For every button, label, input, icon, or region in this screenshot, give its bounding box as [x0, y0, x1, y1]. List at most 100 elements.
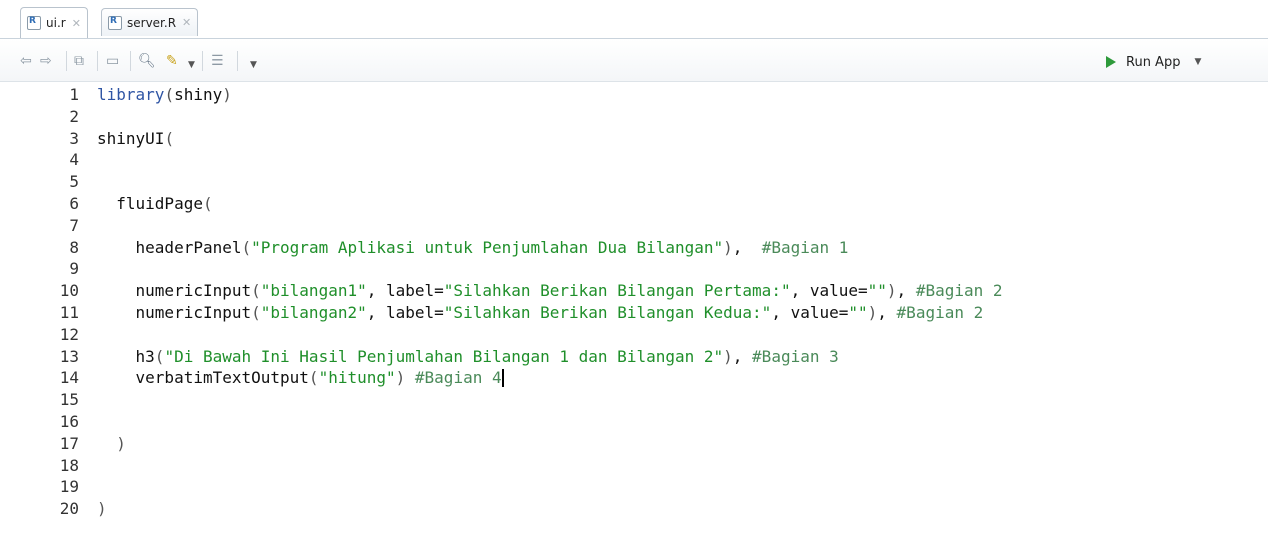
- line-number: 20: [59, 499, 79, 519]
- line-number: 17: [59, 433, 79, 453]
- code-line[interactable]: 7: [0, 215, 1268, 235]
- line-number: 6: [69, 194, 79, 213]
- code-line[interactable]: 20): [0, 500, 1268, 518]
- code-text: numericInput("bilangan1", label="Silahka…: [97, 282, 1003, 300]
- back-arrow-icon[interactable]: ⇦: [20, 51, 32, 71]
- code-line[interactable]: 5: [0, 173, 1268, 191]
- code-line[interactable]: 8 headerPanel("Program Aplikasi untuk Pe…: [0, 237, 1268, 257]
- tab-server-r[interactable]: server.R ✕: [101, 8, 199, 36]
- code-token: (: [164, 85, 175, 104]
- toolbar-divider: [202, 51, 203, 71]
- search-icon[interactable]: 🔍︎: [138, 51, 156, 71]
- show-in-window-icon[interactable]: ⧉: [74, 51, 84, 71]
- code-line[interactable]: 2: [0, 107, 1268, 126]
- code-token: (: [164, 128, 175, 148]
- code-line[interactable]: 6 fluidPage(: [0, 195, 1268, 213]
- code-token: h3: [97, 346, 155, 366]
- code-line[interactable]: 3 shinyUI(: [0, 128, 1268, 148]
- code-token: (: [251, 281, 261, 301]
- line-number: 15: [59, 390, 79, 410]
- toolbar-divider: [130, 51, 131, 71]
- code-token: #Bagian 1: [761, 237, 849, 257]
- code-token: , value=: [771, 303, 849, 322]
- code-token: (: [154, 346, 165, 366]
- code-line[interactable]: 1 library(shiny): [0, 86, 1268, 104]
- code-tools-wand-icon[interactable]: ✎: [166, 51, 178, 71]
- code-token: fluidPage: [97, 194, 203, 213]
- code-text: shinyUI(: [97, 128, 175, 148]
- code-token: #Bagian 2: [915, 281, 1003, 301]
- line-number: 14: [59, 368, 79, 388]
- code-line[interactable]: 13 h3("Di Bawah Ini Hasil Penjumlahan Bi…: [0, 346, 1268, 366]
- code-token: "hitung": [318, 368, 396, 388]
- tab-ui-r[interactable]: ui.r ✕: [20, 7, 88, 38]
- code-token: "Silahkan Berikan Bilangan Pertama:": [443, 281, 791, 301]
- code-line[interactable]: 4: [0, 151, 1268, 169]
- line-number: 8: [69, 237, 79, 257]
- code-token: headerPanel: [97, 237, 242, 257]
- code-line[interactable]: 11 numericInput("bilangan2", label="Sila…: [0, 304, 1268, 322]
- code-token: library: [97, 85, 165, 104]
- code-line[interactable]: 19: [0, 478, 1268, 496]
- code-token: #Bagian 4: [414, 368, 502, 388]
- code-token: ,: [896, 281, 916, 301]
- line-number: 12: [59, 324, 79, 344]
- code-token: "Di Bawah Ini Hasil Penjumlahan Bilangan…: [164, 346, 724, 366]
- r-file-icon: [108, 15, 122, 30]
- code-token: ): [723, 237, 733, 257]
- text-cursor: [501, 369, 504, 388]
- editor-toolbar: ⇦ ⇨ ⧉ ▭ 🔍︎ ✎ ▼ ☰ ▼ Run App ▼: [0, 39, 1268, 82]
- code-token: ): [97, 433, 126, 453]
- chevron-down-icon[interactable]: ▼: [188, 55, 195, 75]
- code-text: fluidPage(: [97, 194, 212, 213]
- code-line[interactable]: 17 ): [0, 433, 1268, 453]
- compile-report-icon[interactable]: ☰: [211, 51, 224, 71]
- code-editor[interactable]: 1 library(shiny) 2 3 shinyUI(4 5 6 fluidPage(7…: [0, 82, 1268, 546]
- code-token: ,: [877, 303, 897, 322]
- code-text: library(shiny): [97, 86, 232, 104]
- code-line[interactable]: 16: [0, 413, 1268, 431]
- code-line[interactable]: 18: [0, 456, 1268, 475]
- code-line[interactable]: 15: [0, 391, 1268, 409]
- close-icon[interactable]: ✕: [182, 16, 191, 29]
- chevron-down-icon[interactable]: ▼: [1194, 57, 1201, 67]
- run-app-label: Run App: [1126, 54, 1181, 70]
- code-token: #Bagian 3: [752, 346, 839, 366]
- line-number: 1: [69, 85, 79, 104]
- save-icon[interactable]: ▭: [106, 51, 119, 71]
- line-number: 4: [69, 150, 79, 170]
- line-number: 13: [59, 346, 79, 366]
- line-number: 7: [69, 215, 79, 235]
- code-token: ): [395, 368, 406, 388]
- chevron-down-icon[interactable]: ▼: [250, 55, 257, 75]
- code-token: ): [222, 85, 232, 104]
- close-icon[interactable]: ✕: [72, 17, 81, 30]
- code-line[interactable]: 14 verbatimTextOutput("hitung") #Bagian …: [0, 368, 1268, 388]
- code-text: ): [97, 500, 107, 518]
- code-token: "": [867, 281, 887, 301]
- toolbar-divider: [66, 51, 67, 71]
- code-token: numericInput: [97, 303, 252, 322]
- code-token: (: [308, 368, 319, 388]
- run-app-button[interactable]: Run App ▼: [1106, 52, 1201, 72]
- r-file-icon: [27, 16, 41, 30]
- code-token: (: [251, 303, 261, 322]
- code-token: "": [848, 303, 868, 322]
- forward-arrow-icon[interactable]: ⇨: [40, 51, 52, 71]
- line-number: 16: [59, 412, 79, 431]
- code-token: "bilangan1": [260, 281, 367, 301]
- code-text: headerPanel("Program Aplikasi untuk Penj…: [97, 237, 849, 257]
- code-line[interactable]: 10 numericInput("bilangan1", label="Sila…: [0, 282, 1268, 300]
- code-text: ): [97, 433, 126, 453]
- code-line[interactable]: 9: [0, 260, 1268, 278]
- code-token: "Silahkan Berikan Bilangan Kedua:": [443, 303, 772, 322]
- line-number: 3: [69, 128, 79, 148]
- code-token: shinyUI: [97, 128, 165, 148]
- code-token: ,: [732, 237, 762, 257]
- code-token: ): [723, 346, 733, 366]
- line-number: 9: [69, 259, 79, 279]
- line-number: 10: [59, 281, 79, 301]
- code-line[interactable]: 12: [0, 324, 1268, 344]
- toolbar-divider: [97, 51, 98, 71]
